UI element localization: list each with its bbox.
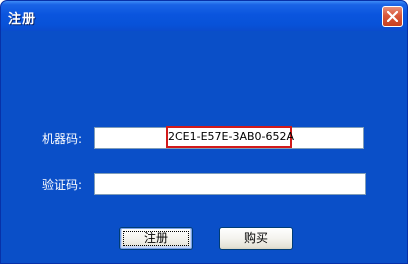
buy-button[interactable]: 购买 xyxy=(219,227,293,250)
title-bar[interactable]: 注册 xyxy=(1,1,407,31)
machine-code-label: 机器码: xyxy=(42,132,83,146)
machine-code-value: 2CE1-E57E-3AB0-652A xyxy=(166,126,294,148)
close-icon xyxy=(387,11,398,22)
focus-indicator xyxy=(123,231,189,246)
dialog-body: 机器码: 2CE1-E57E-3AB0-652A 验证码: 注册 购买 xyxy=(4,31,404,262)
close-button[interactable] xyxy=(382,6,403,27)
verify-code-label: 验证码: xyxy=(42,178,83,192)
registration-dialog: 注册 机器码: 2CE1-E57E-3AB0-652A 验证码: 注册 购买 xyxy=(0,0,408,264)
verify-code-input[interactable] xyxy=(94,173,366,195)
buy-button-label: 购买 xyxy=(243,231,268,245)
machine-code-field[interactable]: 2CE1-E57E-3AB0-652A xyxy=(94,126,364,149)
register-button[interactable]: 注册 xyxy=(119,227,193,250)
window-title: 注册 xyxy=(8,12,37,27)
